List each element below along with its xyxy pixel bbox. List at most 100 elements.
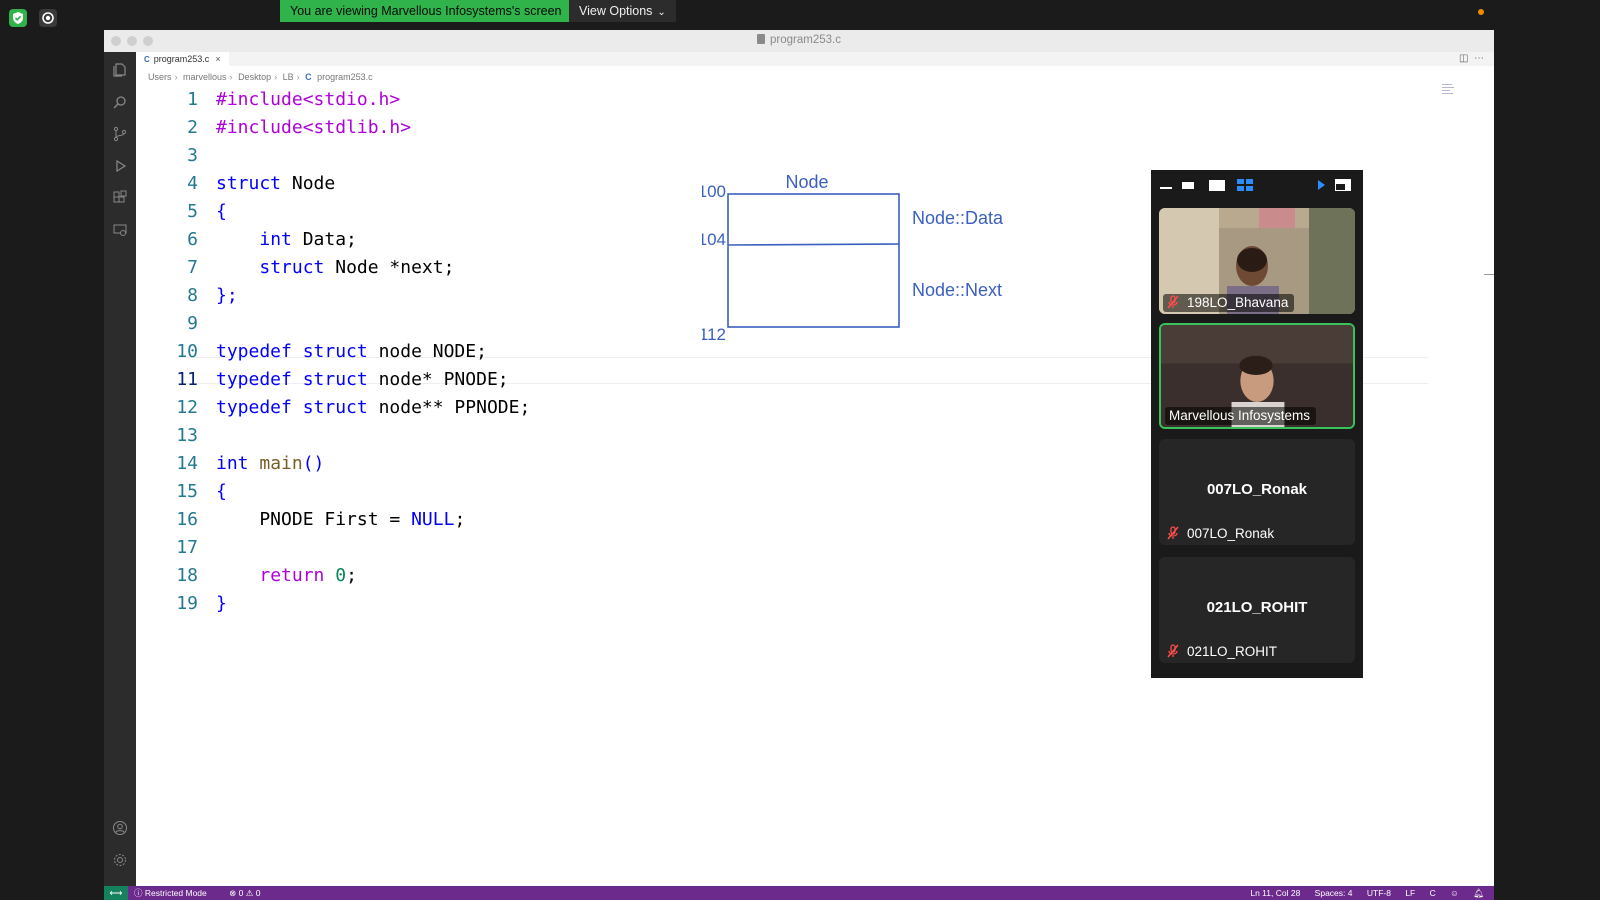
diagram-title: Node [785, 172, 828, 192]
participant-avatar-name: 007LO_Ronak [1206, 481, 1308, 498]
code-text: struct Node [216, 173, 336, 194]
line-number: 3 [187, 145, 198, 166]
feedback-icon[interactable]: ☺ [1450, 888, 1459, 898]
node-divider [727, 243, 900, 246]
breadcrumb-item[interactable]: LB [283, 72, 294, 82]
participant-name: 198LO_Bhavana [1187, 295, 1289, 310]
security-shield-icon[interactable] [9, 9, 27, 27]
search-icon[interactable] [112, 94, 128, 110]
minimize-icon[interactable] [1160, 179, 1172, 191]
address-label: 100 [702, 182, 726, 201]
more-actions-icon[interactable]: ⋯ [1474, 53, 1484, 64]
file-icon [757, 34, 766, 44]
scrollbar-marker [1484, 274, 1494, 275]
run-debug-icon[interactable] [112, 158, 128, 174]
line-number: 9 [187, 313, 198, 334]
view-options-label: View Options [579, 4, 653, 18]
muted-mic-icon [1167, 526, 1179, 540]
breadcrumb-item[interactable]: marvellous [183, 72, 227, 82]
node-box [727, 193, 900, 328]
editor-actions: ◫ ⋯ [1459, 53, 1484, 64]
participant-tile[interactable]: 198LO_Bhavana [1159, 208, 1355, 314]
breadcrumb-item[interactable]: program253.c [317, 72, 373, 82]
line-number: 12 [176, 397, 198, 418]
remote-explorer-icon[interactable] [112, 222, 128, 238]
line-number: 8 [187, 285, 198, 306]
settings-gear-icon[interactable] [112, 852, 128, 868]
chevron-down-icon: ⌄ [657, 7, 666, 18]
line-number: 6 [187, 229, 198, 250]
participant-name: 021LO_ROHIT [1187, 644, 1278, 659]
notifications-bell-icon[interactable]: 🔔︎ [1473, 888, 1484, 898]
code-text: int main() [216, 453, 325, 474]
explorer-icon[interactable] [112, 62, 128, 78]
indentation[interactable]: Spaces: 4 [1315, 888, 1353, 898]
line-number: 5 [187, 201, 198, 222]
tab-label: program253.c [153, 54, 210, 64]
split-editor-icon[interactable]: ◫ [1459, 53, 1468, 64]
gallery-view-icon[interactable] [1237, 179, 1253, 191]
participant-name: Marvellous Infosystems [1169, 408, 1311, 423]
title-bar: program253.c [104, 30, 1494, 52]
language-mode[interactable]: C [1430, 888, 1436, 898]
recording-icon[interactable] [39, 9, 57, 27]
line-number: 17 [176, 537, 198, 558]
zoom-top-bar: You are viewing Marvellous Infosystems's… [104, 0, 1494, 24]
code-text: return 0; [259, 565, 357, 586]
speaker-view-icon[interactable] [1209, 179, 1225, 191]
restricted-mode-label: Restricted Mode [144, 888, 207, 898]
tab-close-icon[interactable]: × [215, 54, 220, 64]
line-number: 10 [176, 341, 198, 362]
view-options-button[interactable]: View Options ⌄ [569, 0, 676, 22]
participant-avatar-name: 021LO_ROHIT [1206, 599, 1308, 616]
restricted-mode-indicator[interactable]: ⓘ Restricted Mode [134, 888, 217, 898]
line-number: 16 [176, 509, 198, 530]
window-title: program253.c [104, 34, 1494, 46]
c-file-icon: C [305, 72, 312, 82]
participant-name-tag: Marvellous Infosystems [1165, 407, 1317, 425]
tab-program253[interactable]: Cprogram253.c × [136, 52, 229, 66]
participant-tile[interactable]: 007LO_Ronak 007LO_Ronak [1159, 439, 1355, 545]
video-panel-toolbar [1151, 170, 1363, 200]
c-file-icon: C [144, 55, 150, 64]
member-label: Node::Data [912, 208, 1004, 228]
encoding[interactable]: UTF-8 [1367, 888, 1391, 898]
line-number: 15 [176, 481, 198, 502]
zoom-left-rail [0, 0, 104, 900]
line-number: 14 [176, 453, 198, 474]
code-text: typedef struct node NODE; [216, 341, 487, 362]
video-panel: 198LO_Bhavana Marvellous Infosystems 007… [1151, 170, 1363, 678]
participant-name-tag: 007LO_Ronak [1163, 525, 1280, 543]
source-control-icon[interactable] [112, 126, 128, 142]
extensions-icon[interactable] [112, 190, 128, 206]
code-text: { [216, 481, 227, 502]
participant-name-tag: 021LO_ROHIT [1163, 643, 1283, 661]
muted-mic-icon [1167, 295, 1179, 309]
code-text: typedef struct node* PNODE; [216, 369, 509, 390]
account-icon[interactable] [112, 820, 128, 836]
line-number: 2 [187, 117, 198, 138]
participant-tile[interactable]: 021LO_ROHIT 021LO_ROHIT [1159, 557, 1355, 663]
code-text: PNODE First = NULL; [216, 509, 466, 530]
muted-mic-icon [1167, 644, 1179, 658]
minimap[interactable] [1442, 84, 1454, 98]
breadcrumb: Users › marvellous › Desktop › LB › C progra… [148, 72, 373, 82]
participant-tile-active-speaker[interactable]: Marvellous Infosystems [1159, 323, 1355, 429]
remote-indicator-icon[interactable]: ⟷ [104, 886, 128, 900]
line-number: 7 [187, 257, 198, 278]
line-number: 1 [187, 89, 198, 110]
next-page-icon[interactable] [1316, 179, 1326, 191]
line-number: 4 [187, 173, 198, 194]
cursor-position[interactable]: Ln 11, Col 28 [1250, 888, 1300, 898]
code-text: typedef struct node** PPNODE; [216, 397, 531, 418]
single-view-icon[interactable] [1182, 179, 1194, 191]
exit-fullscreen-icon[interactable] [1335, 179, 1351, 191]
breadcrumb-item[interactable]: Users [148, 72, 172, 82]
code-text: } [216, 593, 227, 614]
status-bar: ⟷ ⓘ Restricted Mode ⊗ 0 ⚠ 0 Ln 11, Col 2… [104, 886, 1494, 900]
line-number: 18 [176, 565, 198, 586]
problems-indicator[interactable]: ⊗ 0 ⚠ 0 [229, 888, 260, 898]
tab-bar: Cprogram253.c × ◫ ⋯ [136, 52, 1494, 66]
breadcrumb-item[interactable]: Desktop [238, 72, 271, 82]
end-of-line[interactable]: LF [1405, 888, 1415, 898]
